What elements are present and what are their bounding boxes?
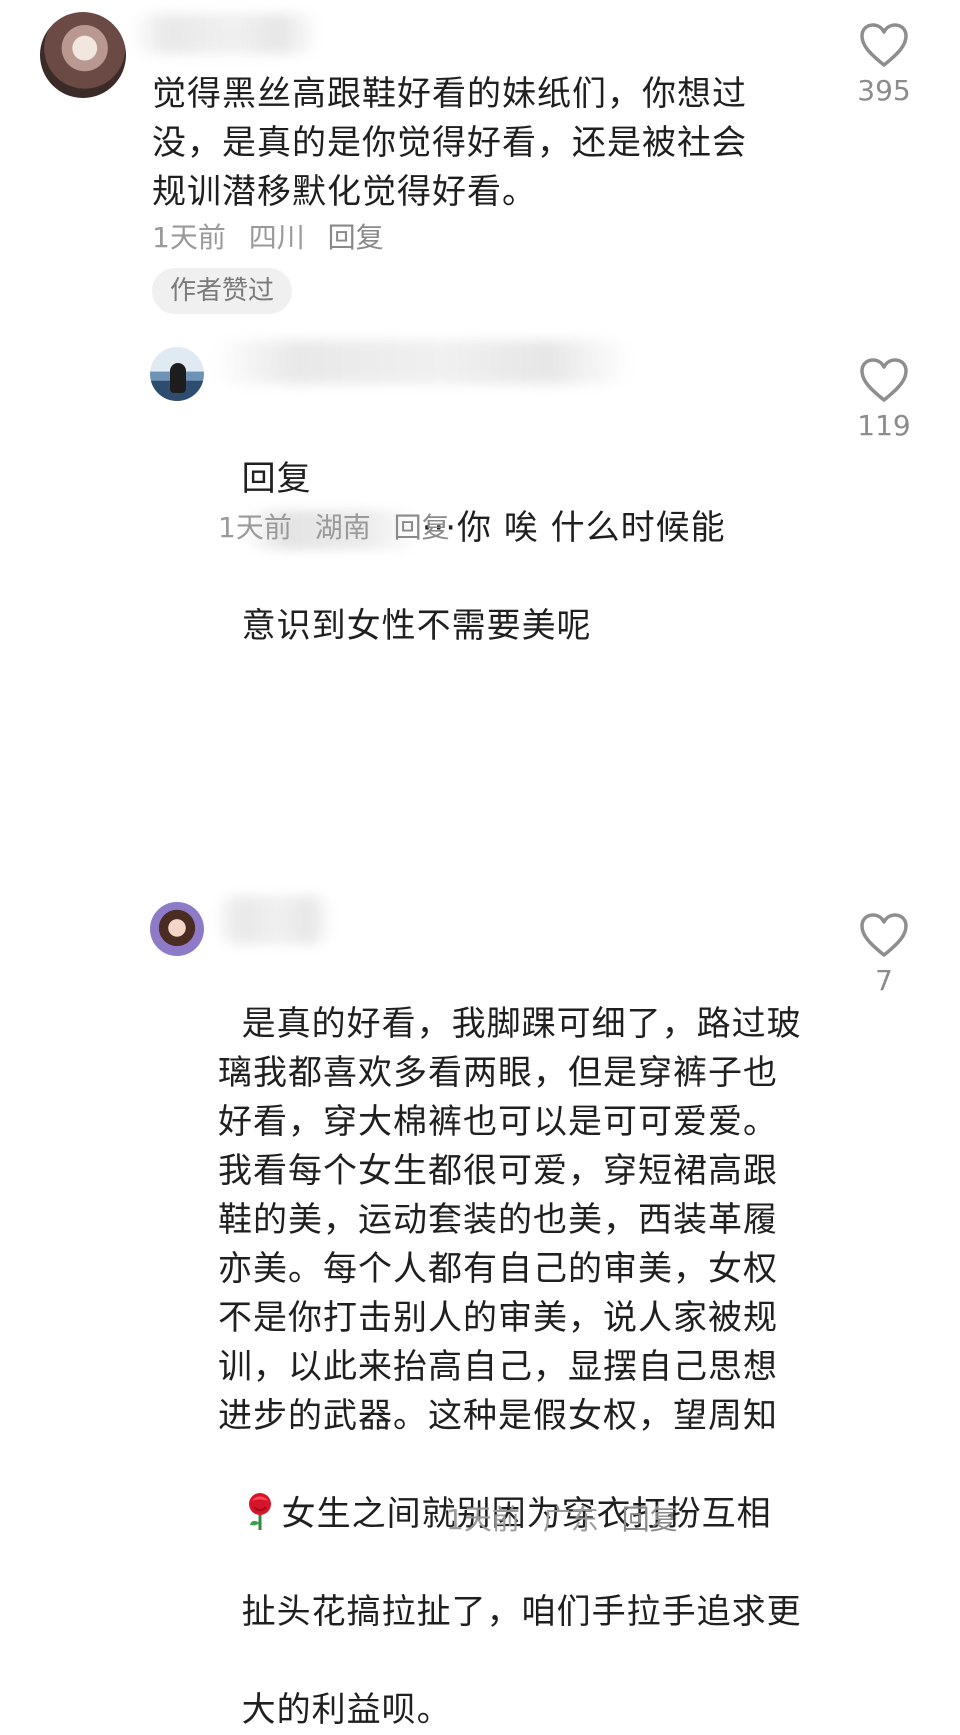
like-count: 119	[857, 409, 911, 442]
comment-text-last: 大的利益呗。	[241, 1690, 452, 1730]
comment-text: 觉得黑丝高跟鞋好看的妹纸们，你想过 没，是真的是你觉得好看，还是被社会 规训潜移…	[152, 74, 747, 212]
like-count: 7	[875, 964, 893, 997]
heart-outline-icon	[860, 913, 908, 957]
avatar[interactable]	[40, 12, 126, 98]
like-button[interactable]: 119	[849, 357, 919, 443]
rose-emoji-icon	[248, 1493, 271, 1530]
reply-button[interactable]: 回复	[394, 511, 450, 544]
comment-meta: 1天前 广东 回复	[446, 1502, 692, 1538]
comment-location: 湖南	[314, 511, 371, 544]
avatar[interactable]	[150, 902, 204, 956]
reply-text-line1: ···你 唉 什么时候能	[421, 508, 726, 548]
username-blurred[interactable]	[214, 896, 334, 944]
like-button[interactable]: 395	[849, 22, 919, 108]
comment-location: 四川	[248, 221, 305, 254]
reply-button[interactable]: 回复	[622, 1503, 678, 1536]
comment-text-line: 扯头花搞拉扯了，咱们手拉手追求更	[241, 1592, 802, 1632]
comment-location: 广东	[542, 1503, 599, 1536]
comment-time: 1天前	[152, 221, 226, 254]
username-blurred[interactable]	[130, 14, 320, 54]
reply-text-line2: 意识到女性不需要美呢	[241, 606, 592, 646]
like-count: 395	[857, 74, 911, 107]
like-button[interactable]: 7	[849, 912, 919, 998]
comment-time: 1天前	[446, 1503, 520, 1536]
comment-text: 是真的好看，我脚踝可细了，路过玻 璃我都喜欢多看两眼，但是穿裤子也 好看，穿大棉…	[218, 951, 818, 1735]
reply-prefix: 回复	[241, 459, 312, 499]
username-blurred[interactable]	[212, 340, 632, 384]
comment-text-body: 是真的好看，我脚踝可细了，路过玻 璃我都喜欢多看两眼，但是穿裤子也 好看，穿大棉…	[218, 1004, 802, 1436]
heart-outline-icon	[860, 23, 908, 67]
comment-time: 1天前	[218, 511, 292, 544]
avatar[interactable]	[150, 347, 204, 401]
author-liked-badge: 作者赞过	[152, 268, 293, 314]
comment-meta: 1天前 湖南 回复	[218, 510, 464, 546]
heart-outline-icon	[860, 358, 908, 402]
comment-meta: 1天前 四川 回复	[152, 220, 398, 256]
reply-button[interactable]: 回复	[328, 221, 384, 254]
